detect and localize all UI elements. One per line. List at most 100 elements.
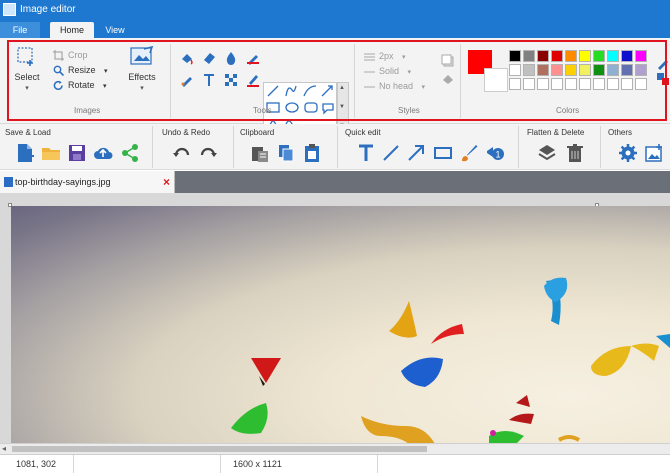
secondary-color-swatch[interactable] xyxy=(484,68,508,92)
tab-view[interactable]: View xyxy=(100,22,130,38)
clipboard-icon[interactable] xyxy=(302,143,322,163)
palette-swatch[interactable] xyxy=(621,78,633,90)
palette-swatch[interactable] xyxy=(579,64,591,76)
palette-swatch[interactable] xyxy=(593,50,605,62)
scroll-up-icon[interactable]: ▲ xyxy=(339,85,345,91)
swap-colors-icon[interactable] xyxy=(656,72,670,86)
tab-file[interactable]: File xyxy=(0,22,40,38)
pixelate-icon[interactable] xyxy=(224,73,238,87)
scroll-left-icon[interactable]: ◂ xyxy=(2,444,6,453)
palette-swatch[interactable] xyxy=(579,78,591,90)
gear-icon[interactable] xyxy=(618,143,638,163)
trash-icon[interactable] xyxy=(565,143,585,163)
undo-icon[interactable] xyxy=(172,143,192,163)
scroll-down-icon[interactable]: ▼ xyxy=(339,104,345,110)
line-width-select[interactable]: 2px ▾ xyxy=(364,51,406,65)
resize-button[interactable]: Resize ▾ xyxy=(53,65,108,79)
rotate-button[interactable]: Rotate ▾ xyxy=(53,80,107,94)
cloud-upload-icon[interactable] xyxy=(93,143,113,163)
palette-swatch[interactable] xyxy=(565,78,577,90)
color-picker-icon[interactable] xyxy=(246,51,260,65)
palette-swatch[interactable] xyxy=(621,50,633,62)
divider xyxy=(220,455,221,473)
eraser-icon[interactable] xyxy=(202,51,216,65)
image-add-icon[interactable] xyxy=(644,143,664,163)
divider xyxy=(600,126,601,168)
palette-swatch[interactable] xyxy=(635,78,647,90)
select-label: Select xyxy=(14,72,40,82)
arrow-head-select[interactable]: No head ▾ xyxy=(364,81,425,95)
divider xyxy=(170,44,171,118)
palette-swatch[interactable] xyxy=(607,50,619,62)
text-tool-icon[interactable] xyxy=(202,73,216,87)
palette-swatch[interactable] xyxy=(607,64,619,76)
effects-button[interactable]: Effects ▾ xyxy=(126,45,158,100)
paste-icon[interactable] xyxy=(250,143,270,163)
copy-icon[interactable] xyxy=(276,143,296,163)
effects-icon xyxy=(130,45,154,65)
palette-swatch[interactable] xyxy=(635,64,647,76)
palette-swatch[interactable] xyxy=(509,50,521,62)
quick-edit-label: Quick edit xyxy=(345,128,381,137)
close-icon[interactable]: × xyxy=(163,175,170,189)
brush-icon[interactable] xyxy=(459,143,479,163)
palette-swatch[interactable] xyxy=(621,64,633,76)
chevron-down-icon: ▾ xyxy=(103,83,107,90)
fill-style-icon[interactable] xyxy=(441,72,455,86)
shadow-icon[interactable] xyxy=(441,54,455,68)
rotate-label: Rotate xyxy=(68,80,95,90)
edit-colors-icon[interactable] xyxy=(656,56,670,70)
line-style-select[interactable]: Solid ▾ xyxy=(364,66,411,80)
palette-swatch[interactable] xyxy=(537,64,549,76)
palette-swatch[interactable] xyxy=(551,50,563,62)
palette-swatch[interactable] xyxy=(593,64,605,76)
palette-swatch[interactable] xyxy=(579,50,591,62)
share-icon[interactable] xyxy=(120,143,140,163)
palette-swatch[interactable] xyxy=(509,78,521,90)
fill-icon[interactable] xyxy=(180,51,194,65)
save-icon[interactable] xyxy=(67,143,87,163)
cursor-position: 1081, 302 xyxy=(16,459,57,469)
window-title: Image editor xyxy=(20,4,76,15)
horizontal-scrollbar[interactable]: ◂ xyxy=(0,443,670,454)
palette-swatch[interactable] xyxy=(565,50,577,62)
chevron-down-icon: ▾ xyxy=(104,68,108,75)
tab-home[interactable]: Home xyxy=(50,22,94,38)
text-icon[interactable] xyxy=(356,143,376,163)
document-tab-title: top-birthday-sayings.jpg xyxy=(15,177,111,187)
chevron-down-icon: ▾ xyxy=(25,85,29,92)
layers-icon[interactable] xyxy=(537,143,557,163)
palette-swatch[interactable] xyxy=(509,64,521,76)
flatten-delete-label: Flatten & Delete xyxy=(527,128,585,137)
palette-swatch[interactable] xyxy=(635,50,647,62)
palette-swatch[interactable] xyxy=(607,78,619,90)
canvas-area[interactable] xyxy=(0,193,670,446)
palette-swatch[interactable] xyxy=(537,78,549,90)
palette-swatch[interactable] xyxy=(537,50,549,62)
pen-icon[interactable] xyxy=(180,73,194,87)
line-icon[interactable] xyxy=(381,143,401,163)
highlighter-icon[interactable] xyxy=(246,73,260,87)
palette-swatch[interactable] xyxy=(523,78,535,90)
image-canvas[interactable] xyxy=(11,206,670,446)
palette-swatch[interactable] xyxy=(523,50,535,62)
select-button[interactable]: Select ▾ xyxy=(12,46,42,100)
palette-swatch[interactable] xyxy=(593,78,605,90)
divider xyxy=(518,126,519,168)
document-tab[interactable]: top-birthday-sayings.jpg × xyxy=(0,171,175,193)
crop-button[interactable]: Crop xyxy=(53,50,88,64)
redo-icon[interactable] xyxy=(198,143,218,163)
arrow-icon[interactable] xyxy=(406,143,426,163)
number-icon[interactable]: 1 xyxy=(485,143,505,163)
divider xyxy=(337,126,338,168)
drop-icon[interactable] xyxy=(224,51,238,65)
palette-swatch[interactable] xyxy=(523,64,535,76)
folder-icon[interactable] xyxy=(41,143,61,163)
new-file-icon[interactable] xyxy=(15,143,35,163)
scrollbar-thumb[interactable] xyxy=(12,446,427,452)
rectangle-icon[interactable] xyxy=(433,143,453,163)
palette-swatch[interactable] xyxy=(551,64,563,76)
divider xyxy=(377,455,378,473)
palette-swatch[interactable] xyxy=(551,78,563,90)
palette-swatch[interactable] xyxy=(565,64,577,76)
